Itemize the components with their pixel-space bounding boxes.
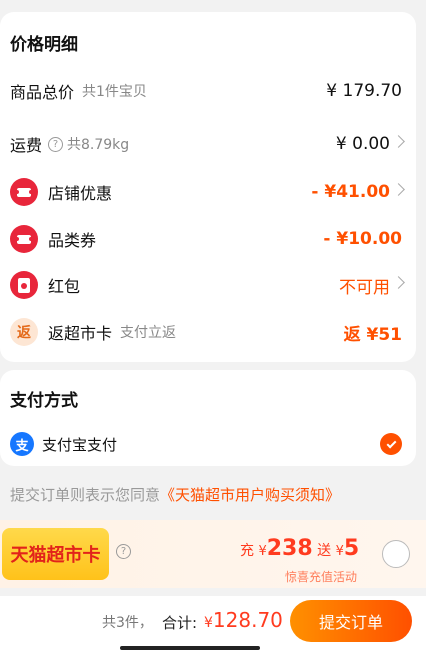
chevron-right-icon [392, 135, 405, 148]
promo-subtitle: 惊喜充值活动 [285, 570, 358, 584]
submit-order-button[interactable]: 提交订单 [290, 600, 412, 642]
currency-symbol: ¥ [204, 615, 213, 631]
shipping-label: 运费 [10, 136, 43, 155]
shop-discount-value: - ¥41.00 [311, 182, 390, 202]
charge-label: 充 [240, 543, 254, 559]
supermarket-card-sub: 支付立返 [120, 325, 177, 341]
currency-symbol: ¥ [258, 544, 267, 559]
goods-total-value: ¥ 179.70 [326, 81, 402, 101]
gift-label: 送 [317, 543, 332, 559]
check-icon[interactable] [380, 433, 402, 455]
currency-symbol: ¥ [335, 544, 344, 559]
chevron-right-icon [392, 276, 405, 289]
total-amount-value: 128.70 [212, 608, 283, 632]
promo-radio-button[interactable] [382, 540, 410, 568]
chevron-right-icon [392, 183, 405, 196]
price-detail-card: 价格明细 商品总价 共1件宝贝 ¥ 179.70 运费 ? 共8.79kg ¥ … [0, 12, 416, 362]
shipping-row[interactable]: 运费 ? 共8.79kg ¥ 0.00 [0, 126, 416, 162]
red-packet-row[interactable]: 红包 不可用 [0, 267, 416, 303]
payment-card: 支付方式 支 支付宝支付 [0, 370, 416, 466]
total-label: 合计: [162, 614, 198, 632]
shipping-weight: 共8.79kg [67, 137, 130, 153]
coupon-icon [10, 178, 38, 206]
supermarket-card-value: 返 ¥51 [343, 324, 402, 345]
cashback-icon: 返 [10, 318, 38, 346]
red-packet-icon [10, 271, 38, 299]
promo-offer: 充 ¥238 送 ¥5 [240, 536, 359, 561]
supermarket-card-row: 返 返超市卡 支付立返 返 ¥51 [0, 314, 416, 350]
shop-discount-row[interactable]: 店铺优惠 - ¥41.00 [0, 174, 416, 210]
supermarket-card-promo: 天猫超市卡 ? 充 ¥238 送 ¥5 惊喜充值活动 [0, 520, 426, 588]
supermarket-card-label: 返超市卡 [48, 324, 113, 343]
payment-title: 支付方式 [10, 391, 78, 411]
category-coupon-row[interactable]: 品类券 - ¥10.00 [0, 221, 416, 257]
alipay-icon: 支 [10, 432, 34, 456]
alipay-label: 支付宝支付 [42, 435, 118, 454]
home-indicator [120, 646, 260, 650]
goods-total-label: 商品总价 [10, 83, 75, 102]
price-detail-title: 价格明细 [10, 35, 78, 55]
red-packet-label: 红包 [48, 277, 81, 296]
agreement-prefix: 提交订单则表示您同意 [10, 486, 161, 504]
goods-total-sub: 共1件宝贝 [82, 84, 147, 100]
item-count: 共3件， [102, 615, 153, 631]
category-coupon-value: - ¥10.00 [323, 229, 402, 249]
coupon-icon [10, 225, 38, 253]
total-amount: ¥128.70 [204, 608, 283, 632]
shop-discount-label: 店铺优惠 [48, 184, 113, 203]
category-coupon-label: 品类券 [48, 231, 97, 250]
agreement-text: 提交订单则表示您同意《天猫超市用户购买须知》 [10, 484, 340, 505]
bottom-bar: 共3件， 合计: ¥128.70 提交订单 [0, 596, 426, 652]
question-icon[interactable]: ? [48, 136, 64, 152]
gift-amount: 5 [343, 536, 360, 561]
charge-amount: 238 [266, 536, 313, 561]
supermarket-card-badge: 天猫超市卡 [2, 528, 109, 580]
red-packet-value: 不可用 [339, 277, 390, 298]
alipay-option[interactable]: 支 支付宝支付 [0, 426, 416, 462]
goods-total-row: 商品总价 共1件宝贝 ¥ 179.70 [0, 73, 416, 109]
shipping-value: ¥ 0.00 [335, 134, 390, 154]
agreement-link[interactable]: 《天猫超市用户购买须知》 [160, 486, 340, 504]
question-icon[interactable]: ? [116, 544, 131, 559]
